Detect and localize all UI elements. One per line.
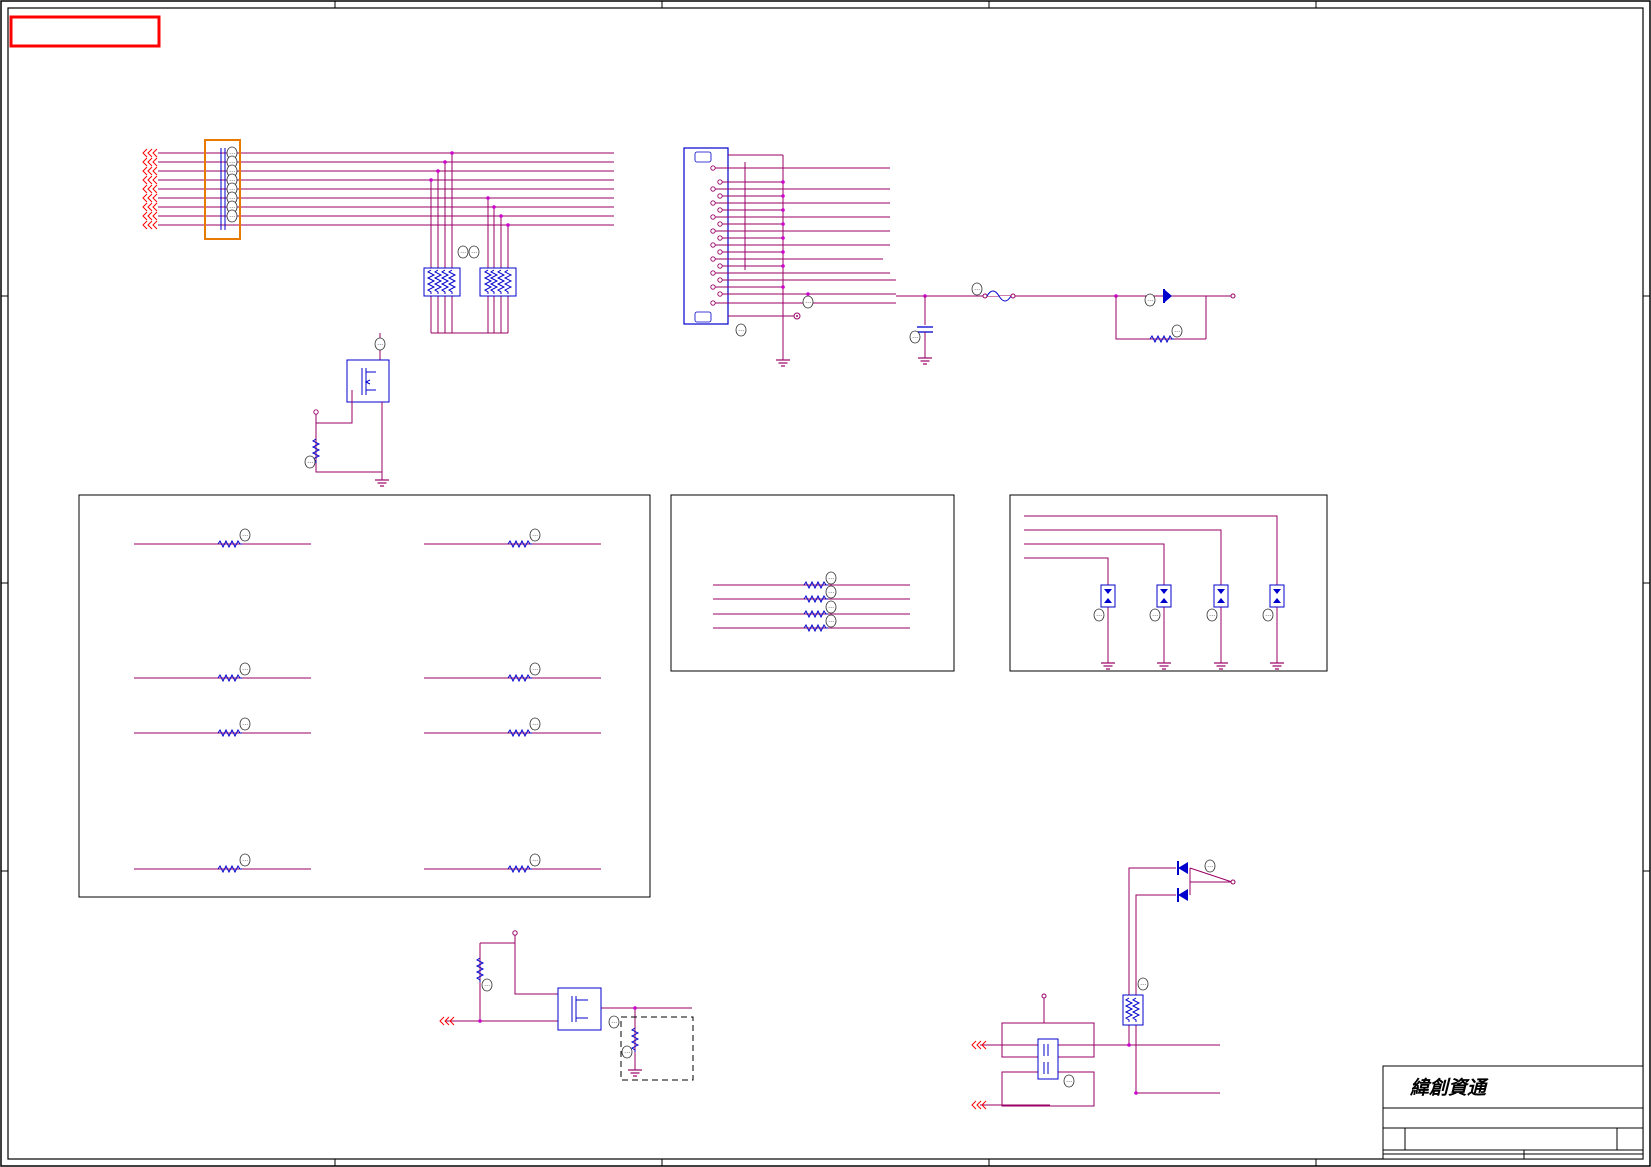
dual-mosfet-icon [1037, 1038, 1059, 1080]
capacitor-icon [917, 326, 933, 333]
bottom-mosfet-circuit [439, 930, 694, 1081]
net-port-arrows-left [142, 148, 158, 230]
title-block: 緯創資通 [1382, 1065, 1644, 1160]
mosfet-icon [557, 987, 602, 1031]
resistor-pack-icon [1122, 994, 1144, 1026]
resistor-pack-1 [423, 267, 461, 297]
diode-icon [1177, 861, 1188, 902]
resistor-group-box [78, 494, 651, 898]
highlight-box [9, 15, 161, 48]
fuse-icon [982, 290, 1016, 302]
tvs-diode-icons [1100, 584, 1285, 608]
company-name: 緯創資通 [1409, 1077, 1489, 1099]
connector-labels [226, 146, 238, 223]
left-signal-bus [142, 139, 614, 487]
series-resistor-box [670, 494, 955, 672]
esd-diode-box [1009, 494, 1328, 672]
diode-icon [1163, 289, 1172, 303]
schematic-sheet: ⋯ 緯創資通 [0, 0, 1651, 1167]
bottom-right-circuit [971, 859, 1236, 1110]
power-path [896, 282, 1236, 365]
mosfet-icon [346, 359, 390, 403]
resistor-pack-2 [479, 267, 517, 297]
mid-connector [683, 147, 896, 367]
